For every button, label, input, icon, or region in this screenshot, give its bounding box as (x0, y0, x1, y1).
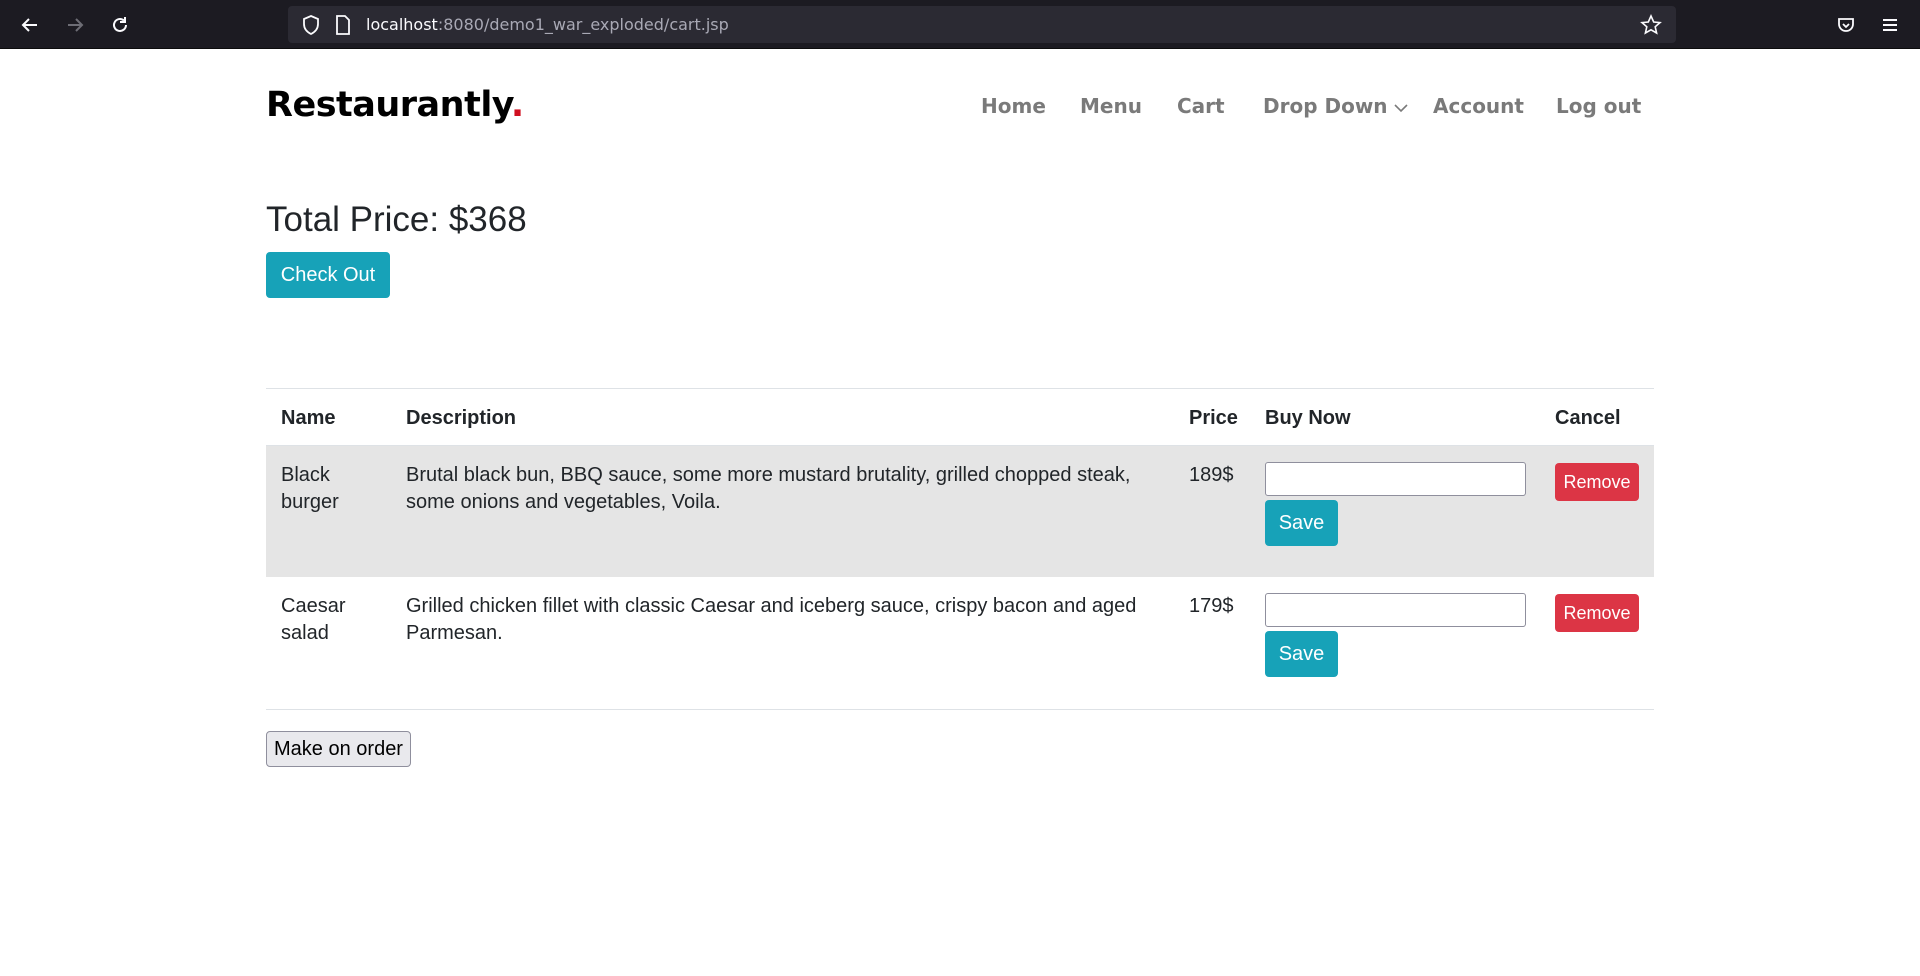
page-icon (336, 15, 350, 35)
menu-button[interactable] (1875, 10, 1905, 40)
hamburger-icon (1883, 19, 1897, 31)
save-button[interactable]: Save (1265, 631, 1338, 677)
save-button[interactable]: Save (1265, 500, 1338, 546)
reload-icon (113, 17, 127, 32)
quantity-input[interactable] (1265, 462, 1526, 496)
nav-cart[interactable]: Cart (1177, 94, 1225, 118)
arrow-left-icon (21, 18, 37, 32)
browser-toolbar: localhost:8080/demo1_war_exploded/cart.j… (0, 0, 1920, 49)
column-header-cancel: Cancel (1555, 407, 1621, 429)
chevron-down-icon (1393, 103, 1408, 112)
table-bottom-border (266, 709, 1654, 710)
total-price: Total Price: $368 (266, 200, 527, 239)
item-price: 189$ (1189, 464, 1234, 486)
item-description: Grilled chicken fillet with classic Caes… (406, 595, 1137, 644)
item-name: Caesar salad (281, 595, 346, 644)
column-header-name: Name (281, 407, 336, 429)
nav-account[interactable]: Account (1433, 94, 1524, 118)
remove-button[interactable]: Remove (1555, 594, 1639, 632)
make-order-button[interactable]: Make on order (266, 731, 411, 767)
pocket-button[interactable] (1831, 10, 1861, 40)
column-header-description: Description (406, 407, 517, 429)
item-description: Brutal black bun, BBQ sauce, some more m… (406, 464, 1131, 513)
column-header-buy-now: Buy Now (1265, 407, 1351, 429)
pocket-icon (1838, 18, 1854, 32)
main-nav: Home Menu Cart Drop Down Account Log out (0, 94, 1920, 124)
shield-icon[interactable] (302, 15, 320, 35)
nav-home[interactable]: Home (981, 94, 1046, 118)
table-top-border (266, 388, 1654, 389)
back-button[interactable] (15, 10, 45, 40)
address-bar[interactable]: localhost:8080/demo1_war_exploded/cart.j… (288, 6, 1676, 43)
quantity-input[interactable] (1265, 593, 1526, 627)
arrow-right-icon (68, 18, 84, 32)
nav-dropdown-label: Drop Down (1263, 94, 1388, 118)
nav-dropdown[interactable]: Drop Down (1263, 94, 1408, 118)
bookmark-star-icon[interactable] (1640, 14, 1662, 36)
page-content: Restaurantly. Home Menu Cart Drop Down A… (0, 50, 1920, 976)
nav-logout[interactable]: Log out (1556, 94, 1641, 118)
nav-menu[interactable]: Menu (1080, 94, 1142, 118)
table-row: Caesar salad Grilled chicken fillet with… (266, 577, 1654, 709)
forward-button[interactable] (60, 10, 90, 40)
reload-button[interactable] (105, 10, 135, 40)
column-header-price: Price (1189, 407, 1238, 429)
table-row: Black burger Brutal black bun, BBQ sauce… (266, 446, 1654, 577)
url-text[interactable]: localhost:8080/demo1_war_exploded/cart.j… (366, 15, 729, 34)
item-name: Black burger (281, 464, 339, 513)
remove-button[interactable]: Remove (1555, 463, 1639, 501)
checkout-button[interactable]: Check Out (266, 252, 390, 298)
item-price: 179$ (1189, 595, 1234, 617)
